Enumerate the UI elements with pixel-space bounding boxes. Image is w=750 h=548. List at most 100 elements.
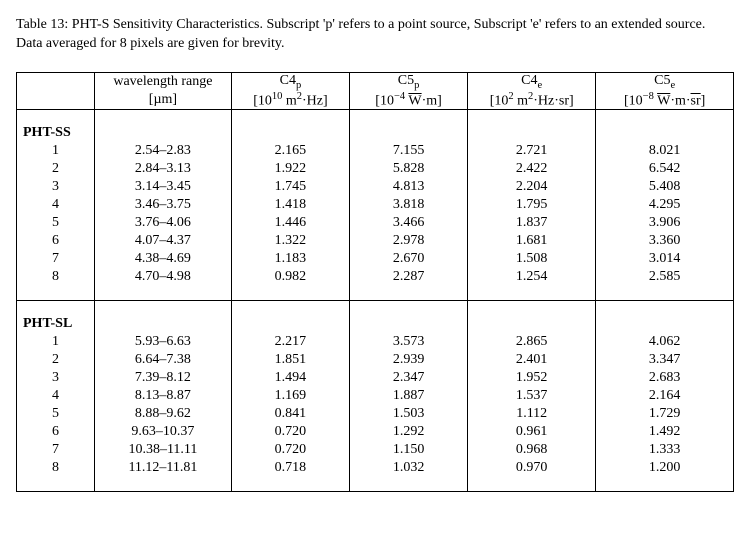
c5e-value: 3.347 [596,351,734,369]
wavelength-range: 10.38–11.11 [95,441,232,459]
c5p-value: 3.466 [350,214,468,232]
c5p-value: 2.670 [350,250,468,268]
c5p-value: 1.503 [350,405,468,423]
col-c4p: C4p [231,72,349,91]
c5e-value: 3.360 [596,232,734,250]
pixel-index: 2 [17,160,95,178]
c4p-value: 1.169 [231,387,349,405]
col-c5p: C5p [350,72,468,91]
col-c5p-unit: [10−4 W·m] [350,91,468,110]
c4e-value: 1.952 [468,369,596,387]
c4p-value: 1.183 [231,250,349,268]
c5e-value: 2.683 [596,369,734,387]
pixel-index: 8 [17,459,95,477]
c5e-value: 4.295 [596,196,734,214]
table-row: 64.07–4.371.3222.9781.6813.360 [17,232,734,250]
col-c4e-unit: [102 m2·Hz·sr] [468,91,596,110]
c5p-value: 2.939 [350,351,468,369]
table-row: 69.63–10.370.7201.2920.9611.492 [17,423,734,441]
col-wavelength-unit: [µm] [95,91,232,110]
table-row: 58.88–9.620.8411.5031.1121.729 [17,405,734,423]
c5e-value: 1.333 [596,441,734,459]
c5e-value: 1.200 [596,459,734,477]
col-c5e: C5e [596,72,734,91]
c4p-value: 1.745 [231,178,349,196]
c4e-value: 1.254 [468,268,596,286]
table-row: 84.70–4.980.9822.2871.2542.585 [17,268,734,286]
c5e-value: 2.164 [596,387,734,405]
c4p-value: 2.165 [231,142,349,160]
c4p-value: 0.841 [231,405,349,423]
c4p-value: 1.322 [231,232,349,250]
section-label: PHT-SS [17,124,95,142]
c5e-value: 5.408 [596,178,734,196]
pixel-index: 2 [17,351,95,369]
table-row: 15.93–6.632.2173.5732.8654.062 [17,333,734,351]
c5p-value: 4.813 [350,178,468,196]
pixel-index: 6 [17,232,95,250]
c5p-value: 2.347 [350,369,468,387]
col-wavelength: wavelength range [95,72,232,91]
wavelength-range: 6.64–7.38 [95,351,232,369]
pixel-index: 1 [17,142,95,160]
c4e-value: 2.401 [468,351,596,369]
c5e-value: 8.021 [596,142,734,160]
pixel-index: 5 [17,405,95,423]
table-row: 53.76–4.061.4463.4661.8373.906 [17,214,734,232]
c4p-value: 1.494 [231,369,349,387]
c5e-value: 4.062 [596,333,734,351]
wavelength-range: 8.88–9.62 [95,405,232,423]
c4p-value: 2.217 [231,333,349,351]
col-c5e-unit: [10−8 W·m·sr] [596,91,734,110]
sensitivity-table: wavelength range C4p C5p C4e C5e [µm] [1… [16,72,734,493]
c5e-value: 2.585 [596,268,734,286]
c4e-value: 2.865 [468,333,596,351]
wavelength-range: 4.07–4.37 [95,232,232,250]
c4e-value: 2.204 [468,178,596,196]
pixel-index: 4 [17,196,95,214]
c5e-value: 3.906 [596,214,734,232]
c4p-value: 0.982 [231,268,349,286]
table-row: 22.84–3.131.9225.8282.4226.542 [17,160,734,178]
pixel-index: 5 [17,214,95,232]
c4e-value: 1.112 [468,405,596,423]
col-c4e: C4e [468,72,596,91]
table-row: 43.46–3.751.4183.8181.7954.295 [17,196,734,214]
c4p-value: 1.418 [231,196,349,214]
c5p-value: 1.150 [350,441,468,459]
c5p-value: 2.978 [350,232,468,250]
c4e-value: 0.968 [468,441,596,459]
header-row-2: [µm] [1010 m2·Hz] [10−4 W·m] [102 m2·Hz·… [17,91,734,110]
c4e-value: 0.970 [468,459,596,477]
c5p-value: 3.573 [350,333,468,351]
table-row: 74.38–4.691.1832.6701.5083.014 [17,250,734,268]
pixel-index: 4 [17,387,95,405]
c4p-value: 0.718 [231,459,349,477]
c5p-value: 5.828 [350,160,468,178]
table-row: 33.14–3.451.7454.8132.2045.408 [17,178,734,196]
table-row: 26.64–7.381.8512.9392.4013.347 [17,351,734,369]
table-row: 48.13–8.871.1691.8871.5372.164 [17,387,734,405]
wavelength-range: 5.93–6.63 [95,333,232,351]
c4e-value: 1.681 [468,232,596,250]
wavelength-range: 11.12–11.81 [95,459,232,477]
c4e-value: 1.795 [468,196,596,214]
wavelength-range: 3.76–4.06 [95,214,232,232]
c5e-value: 1.729 [596,405,734,423]
c4e-value: 1.508 [468,250,596,268]
c5e-value: 1.492 [596,423,734,441]
wavelength-range: 2.84–3.13 [95,160,232,178]
section-row: PHT-SL [17,315,734,333]
table-row: 12.54–2.832.1657.1552.7218.021 [17,142,734,160]
pixel-index: 7 [17,441,95,459]
c5p-value: 2.287 [350,268,468,286]
wavelength-range: 4.38–4.69 [95,250,232,268]
table-caption: Table 13: PHT-S Sensitivity Characterist… [16,16,734,54]
pixel-index: 7 [17,250,95,268]
section-row: PHT-SS [17,124,734,142]
c4e-value: 1.837 [468,214,596,232]
c4p-value: 1.446 [231,214,349,232]
c5p-value: 1.292 [350,423,468,441]
c5p-value: 1.887 [350,387,468,405]
c5p-value: 7.155 [350,142,468,160]
